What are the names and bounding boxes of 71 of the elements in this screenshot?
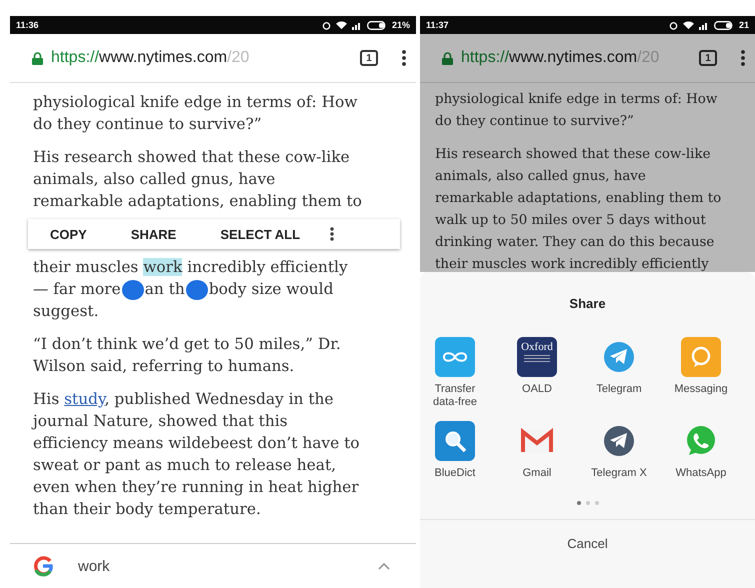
infinity-icon [435, 337, 475, 377]
article-text: even when they’re running in heat higher [33, 477, 360, 498]
more-icon[interactable] [330, 227, 334, 241]
selection-handle[interactable] [122, 280, 144, 300]
article-text: His [33, 390, 60, 408]
battery-icon [714, 20, 734, 30]
magnifier-icon [435, 421, 475, 461]
article-text: His research showed that these cow-like [435, 146, 712, 164]
article-text: animals, also called gnus, have [435, 168, 647, 186]
share-app[interactable]: Telegram [578, 337, 660, 413]
chevron-up-icon[interactable] [378, 562, 390, 570]
dictionary-book-icon: Oxford [517, 337, 557, 377]
share-app[interactable]: Telegram X [578, 421, 660, 497]
article-text: “I don’t think we’d get to 50 miles,” Dr. [33, 334, 342, 355]
google-g-icon [32, 555, 54, 577]
battery-percent: 21% [392, 20, 410, 30]
article-text: do they continue to survive?” [33, 114, 263, 135]
article-text: remarkable adaptations, enabling them to [33, 191, 363, 212]
battery-icon [366, 20, 387, 30]
signal-icon [698, 20, 709, 30]
search-bar[interactable]: work [10, 543, 416, 588]
battery-percent: 21 [738, 20, 749, 30]
article-text: journal Nature, showed that this [33, 411, 289, 432]
article-text: sweat or pant as much to release heat, [33, 455, 338, 476]
share-app[interactable]: Transfer data-free [420, 337, 496, 413]
article-text: do they continue to survive?” [435, 113, 635, 131]
article-text: His research showed that these cow-like [33, 147, 351, 168]
selection-handle[interactable] [186, 280, 208, 300]
article-text: Wilson said, referring to humans. [33, 356, 296, 377]
article-text: remarkable adaptations, enabling them to [435, 190, 722, 208]
article-text: animals, also called gnus, have [33, 169, 276, 190]
tab-count-button[interactable]: 1 [699, 50, 717, 66]
article-text: their muscles work incredibly efficiently [33, 257, 349, 278]
menu-icon[interactable] [741, 50, 745, 66]
toolbar-action[interactable]: SHARE [130, 226, 176, 242]
url-field[interactable]: https://www.nytimes.com/20 [32, 49, 350, 67]
clock: 11:36 [16, 20, 39, 30]
share-app[interactable]: WhatsApp [660, 421, 742, 497]
article-text: physiological knife edge in terms of: How [435, 91, 718, 109]
share-app[interactable]: Messaging [660, 337, 742, 413]
share-app[interactable]: Oxford OALD [496, 337, 578, 413]
cancel-button[interactable]: Cancel [420, 519, 755, 567]
toolbar-action[interactable]: COPY [50, 226, 87, 242]
search-query: work [78, 558, 111, 574]
sheet-title: Share [568, 296, 607, 311]
article-text: drinking water. They can do this because [435, 234, 716, 252]
lock-icon [442, 52, 453, 64]
article-text: than their body temperature. [33, 499, 262, 520]
article-text: , published Wednesday in the [104, 390, 334, 408]
lock-icon [32, 52, 43, 64]
article-text: efficiency means wildebeest don’t have to [33, 433, 361, 454]
article-text: body size would [208, 280, 334, 298]
share-app[interactable]: BlueDict [420, 421, 496, 497]
clock: 11:37 [426, 20, 449, 30]
share-app[interactable]: Gmail [496, 421, 578, 497]
toolbar-action[interactable]: SELECT ALL [220, 226, 300, 242]
tab-count-button[interactable]: 1 [360, 50, 378, 66]
article-text: — far more [33, 280, 121, 298]
article-text: an th [144, 280, 185, 298]
wifi-icon [682, 20, 694, 30]
wifi-icon [336, 20, 347, 30]
article-text: suggest. [33, 301, 100, 322]
menu-icon[interactable] [402, 50, 406, 66]
alarm-icon [668, 20, 678, 30]
study-link[interactable]: study [64, 390, 105, 408]
article-text: walk up to 50 miles over 5 days without [435, 212, 707, 230]
signal-icon [352, 20, 362, 30]
article-text: physiological knife edge in terms of: How [33, 92, 358, 113]
article-text: their muscles work incredibly efficiently [435, 256, 710, 272]
alarm-icon [322, 20, 331, 30]
chat-bubble-icon [681, 337, 721, 377]
